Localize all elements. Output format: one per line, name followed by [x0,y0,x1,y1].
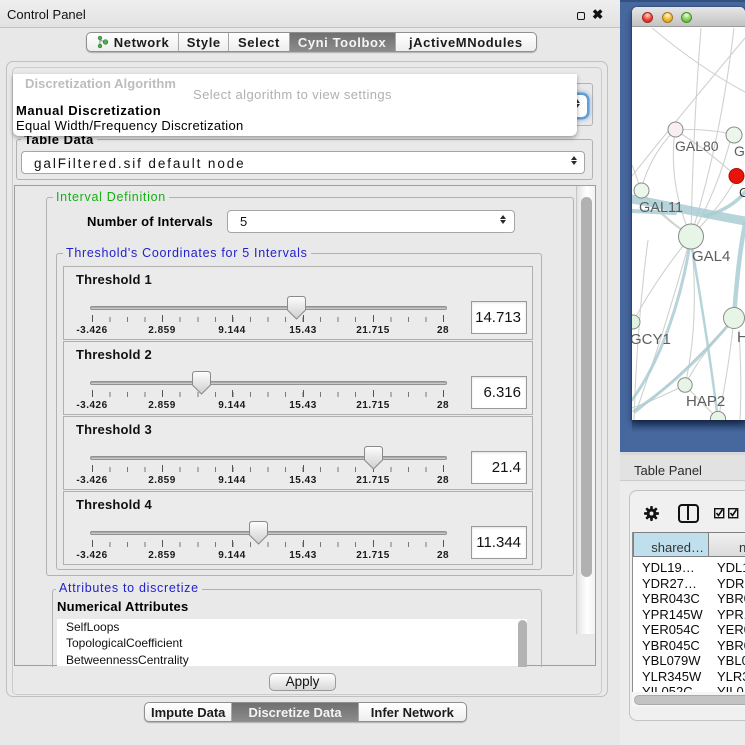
svg-text:H: H [737,329,745,346]
svg-text:GAL11: GAL11 [639,200,683,216]
svg-text:HAP2: HAP2 [686,393,725,410]
svg-text:GAL80: GAL80 [675,138,719,154]
svg-text:GA: GA [734,143,745,159]
svg-text:GAL4: GAL4 [692,248,730,265]
svg-text:GCY1: GCY1 [632,331,671,348]
svg-text:CD: CD [739,185,745,200]
